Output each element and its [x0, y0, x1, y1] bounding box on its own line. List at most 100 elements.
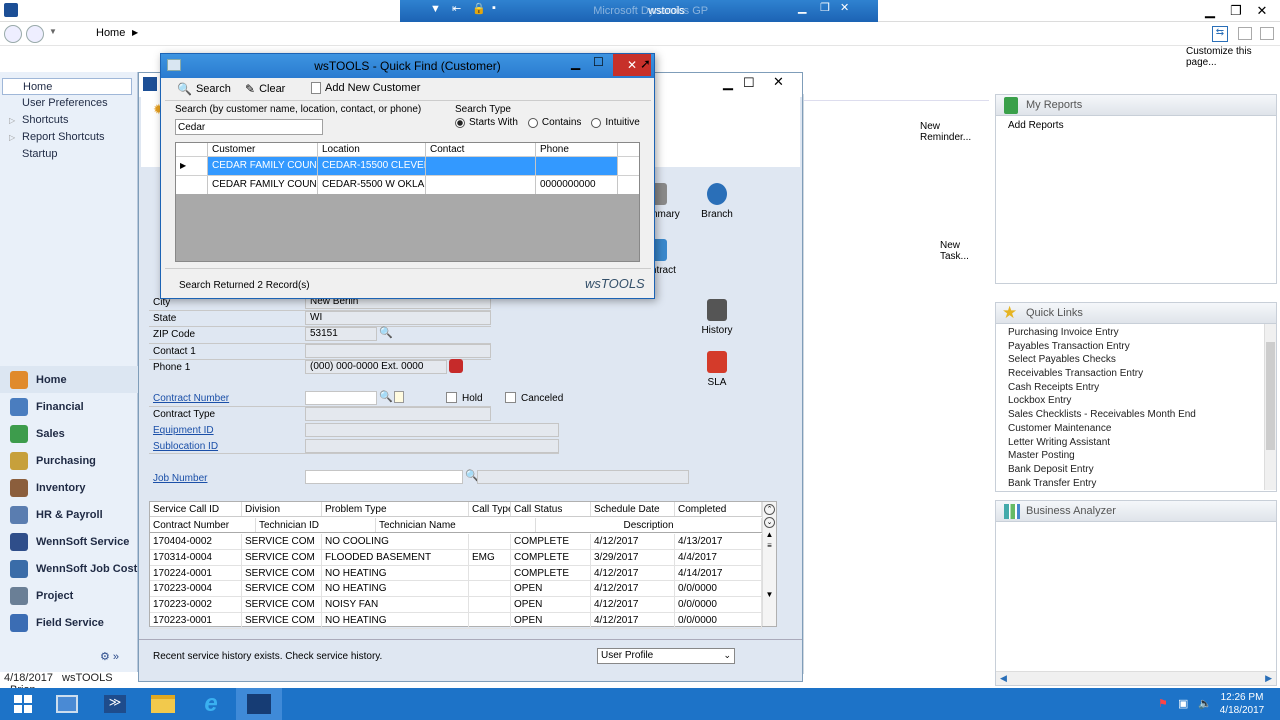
column-header[interactable]: Location	[318, 143, 426, 156]
contract-number-field[interactable]	[305, 391, 377, 405]
toolbar-clear[interactable]: ✎ Clear	[245, 82, 285, 96]
toolbar-search[interactable]: 🔍 Search	[177, 82, 231, 96]
contract-type-field[interactable]	[305, 407, 491, 421]
scroll-left-icon[interactable]: ◀	[1000, 673, 1007, 684]
module-button[interactable]: WennSoft Service	[0, 528, 138, 555]
network-icon[interactable]: ▣	[1178, 697, 1188, 710]
quick-link[interactable]: Customer Maintenance	[996, 422, 1276, 436]
add-reports-link[interactable]: Add Reports	[1008, 120, 1064, 131]
nav-item[interactable]: Startup	[2, 146, 132, 163]
expand-arrow-icon[interactable]: ▷	[9, 112, 15, 129]
result-row[interactable]: CEDAR FAMILY COUN... CEDAR-5500 W OKLA...…	[176, 175, 639, 194]
side-button-history[interactable]: History	[697, 299, 737, 336]
quick-link[interactable]: Receivables Transaction Entry	[996, 367, 1276, 381]
nav-item[interactable]: ▷ Report Shortcuts	[2, 129, 132, 146]
module-button[interactable]: Field Service	[0, 609, 138, 636]
table-row[interactable]: 170223-0002 SERVICE COM NOISY FAN OPEN 4/12/…	[150, 597, 762, 613]
contact1-field[interactable]	[305, 344, 491, 358]
start-button[interactable]	[0, 688, 46, 720]
radio-button[interactable]	[527, 117, 538, 128]
column-header[interactable]: Division	[242, 502, 322, 516]
search-type-radio[interactable]: Contains	[527, 117, 581, 128]
zip-lookup-icon[interactable]: 🔍	[379, 326, 393, 339]
refresh-icon[interactable]: ⇆	[1212, 26, 1228, 42]
side-button-sla[interactable]: SLA	[697, 351, 737, 388]
module-button[interactable]: Sales	[0, 420, 138, 447]
search-type-radio[interactable]: Starts With	[455, 117, 518, 128]
sublocation-id-link[interactable]: Sublocation ID	[153, 441, 218, 452]
quick-link[interactable]: Payables Transaction Entry	[996, 340, 1276, 354]
expand-icon[interactable]: ⌄	[764, 517, 775, 528]
column-header[interactable]: Service Call ID	[150, 502, 242, 516]
grid-scrollbar[interactable]: ⌃ ⌄ ▲ ≡ ▼	[762, 502, 776, 626]
analyzer-scrollbar[interactable]: ◀ ▶	[996, 671, 1276, 685]
taskbar-dynamics-gp[interactable]	[236, 688, 282, 720]
column-header[interactable]: Description	[536, 518, 762, 532]
customer-maximize-icon[interactable]: ☐	[743, 75, 755, 91]
module-button[interactable]: Inventory	[0, 474, 138, 501]
scroll-down-icon[interactable]: ▼	[764, 590, 775, 599]
expand-arrow-icon[interactable]: ▷	[9, 129, 15, 146]
dropdown-icon[interactable]: ▼	[430, 3, 441, 15]
clock[interactable]: 12:26 PM 4/18/2017	[1218, 691, 1266, 717]
quick-links-scrollbar[interactable]	[1264, 324, 1276, 490]
dialog-maximize-icon[interactable]: ☐	[593, 55, 604, 69]
scroll-thumb[interactable]	[1266, 342, 1275, 450]
module-button[interactable]: Purchasing	[0, 447, 138, 474]
pin-icon[interactable]: ⇤	[452, 2, 461, 15]
equipment-id-link[interactable]: Equipment ID	[153, 425, 214, 436]
save-icon[interactable]: ▪	[492, 2, 496, 14]
sublocation-id-field[interactable]	[305, 439, 559, 453]
quick-link[interactable]: Purchasing Invoice Entry	[996, 326, 1276, 340]
dialog-minimize-icon[interactable]: ▁	[571, 56, 580, 70]
radio-button[interactable]	[455, 117, 465, 128]
phone1-field[interactable]: (000) 000-0000 Ext. 0000	[305, 360, 447, 374]
help-icon[interactable]	[1260, 27, 1274, 40]
taskbar-server-manager[interactable]	[44, 688, 90, 720]
quick-link[interactable]: Bank Transfer Entry	[996, 477, 1276, 491]
profile-select[interactable]: User Profile ⌄	[597, 648, 735, 664]
phone-dial-icon[interactable]	[449, 359, 463, 373]
column-header[interactable]: Technician ID	[256, 518, 376, 532]
restore-icon[interactable]: ❐	[820, 1, 830, 14]
table-row[interactable]: 170314-0004 SERVICE COM FLOODED BASEMENT EM…	[150, 549, 762, 566]
taskbar-powershell[interactable]: ≫	[92, 688, 138, 720]
search-input[interactable]: Cedar	[175, 119, 323, 135]
nav-item[interactable]: Home	[2, 78, 132, 95]
row-selector[interactable]: ▶	[176, 157, 208, 175]
column-header[interactable]: Schedule Date	[591, 502, 675, 516]
breadcrumb[interactable]: Home	[96, 27, 125, 39]
close-icon[interactable]: ✕	[840, 1, 849, 14]
quick-link[interactable]: Master Posting	[996, 449, 1276, 463]
contract-note-icon[interactable]	[394, 391, 404, 403]
column-header[interactable]: Problem Type	[322, 502, 469, 516]
result-row[interactable]: ▶CEDAR FAMILY COUN...CEDAR-15500 CLEVEL.…	[176, 156, 639, 175]
quick-link[interactable]: Letter Writing Assistant	[996, 436, 1276, 450]
flag-icon[interactable]: ⚑	[1158, 697, 1168, 710]
main-close-button[interactable]: ✕	[1248, 1, 1276, 21]
column-header[interactable]: Call Status	[511, 502, 591, 516]
column-header[interactable]: Customer	[208, 143, 318, 156]
layout-icon[interactable]	[1238, 27, 1252, 40]
new-reminder-link[interactable]: New Reminder...	[920, 121, 988, 143]
back-icon[interactable]	[4, 25, 22, 43]
table-row[interactable]: 170223-0004 SERVICE COM NO HEATING OPEN 4/12…	[150, 581, 762, 598]
customize-page-link[interactable]: Customize this page...	[1186, 46, 1280, 68]
quick-link[interactable]: Bank Deposit Entry	[996, 463, 1276, 477]
table-row[interactable]: 170224-0001 SERVICE COM NO HEATING COMPLETE…	[150, 565, 762, 582]
main-minimize-button[interactable]: ▁	[1196, 1, 1224, 21]
column-header[interactable]: Contract Number	[150, 518, 256, 532]
canceled-checkbox[interactable]	[505, 392, 516, 403]
radio-button[interactable]	[591, 117, 602, 128]
nav-item[interactable]: ▷ Shortcuts	[2, 112, 132, 129]
scroll-up-icon[interactable]: ▲	[764, 530, 775, 539]
taskbar-explorer[interactable]	[140, 688, 186, 720]
volume-icon[interactable]: 🔈	[1198, 697, 1212, 710]
quick-link[interactable]: Lockbox Entry	[996, 394, 1276, 408]
contract-lookup-icon[interactable]: 🔍	[379, 390, 393, 403]
state-field[interactable]: WI	[305, 311, 491, 325]
hold-checkbox[interactable]	[446, 392, 457, 403]
column-header[interactable]: Phone	[536, 143, 618, 156]
table-row[interactable]: 170223-0001 SERVICE COM NO HEATING OPEN 4/12…	[150, 612, 762, 629]
side-button-branch[interactable]: Branch	[697, 183, 737, 220]
